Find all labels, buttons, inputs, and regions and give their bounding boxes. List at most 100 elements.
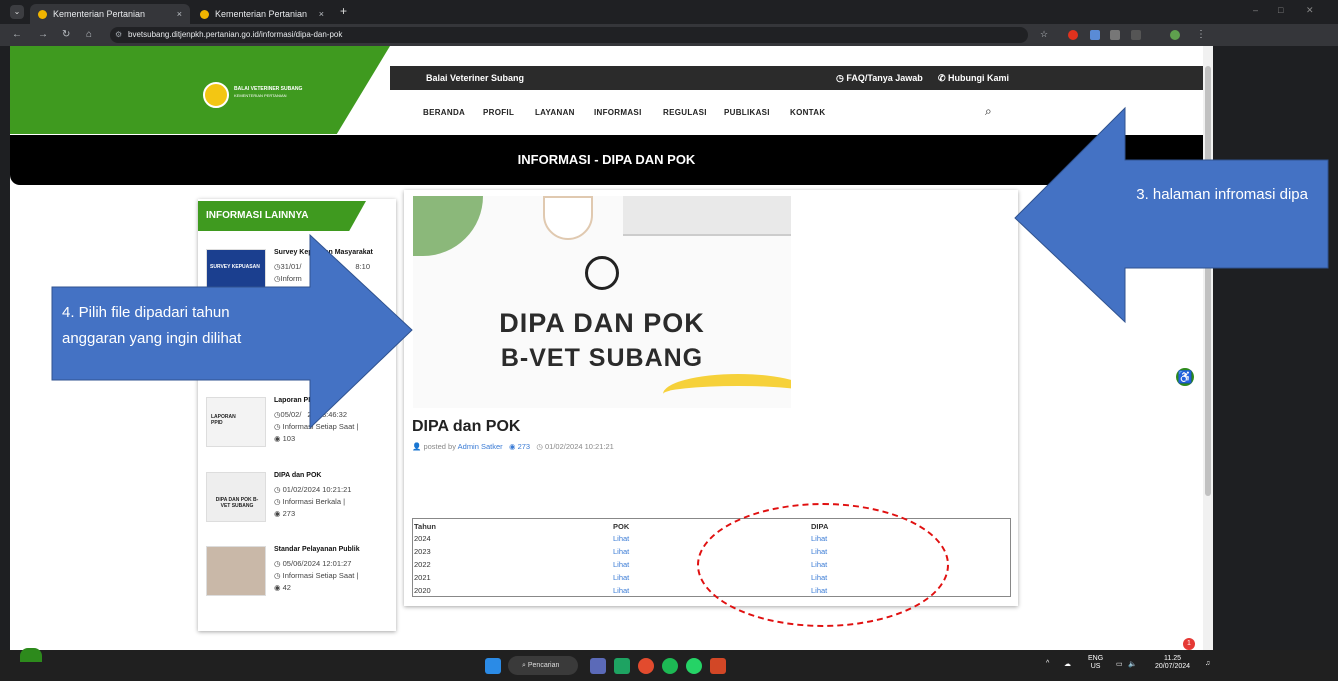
pok-link[interactable]: Lihat — [613, 534, 629, 543]
windows-start-icon[interactable] — [485, 658, 501, 674]
ministry-logo[interactable] — [203, 82, 229, 108]
url-field[interactable]: ⚙ bvetsubang.ditjenpkh.pertanian.go.id/i… — [110, 27, 1028, 43]
author-link[interactable]: Admin Satker — [458, 442, 503, 451]
chrome-app-icon[interactable] — [638, 658, 654, 674]
windows-taskbar: ⌕ Pencarian 1 ^ ☁ ENG US ▭ 🔈 11.25 20/07/2… — [0, 638, 1338, 681]
extension-icon[interactable] — [1090, 30, 1100, 40]
cloud-icon[interactable]: ☁ — [1064, 660, 1071, 668]
post-thumbnail[interactable]: SURVEY KEPUASAN — [206, 249, 266, 299]
accessibility-icon[interactable]: ♿ — [1174, 366, 1196, 388]
profile-avatar[interactable] — [1170, 30, 1180, 40]
faq-link[interactable]: ◷ FAQ/Tanya Jawab — [836, 73, 923, 84]
home-icon[interactable]: ⌂ — [86, 29, 92, 40]
post-category: ◷ Informasi Setiap Saat | — [274, 422, 359, 431]
contact-link[interactable]: ✆ Hubungi Kami — [938, 73, 1009, 84]
post-title[interactable]: Standar Pelayanan Publik — [274, 546, 360, 553]
whatsapp-app-icon[interactable] — [686, 658, 702, 674]
view-count: 273 — [517, 442, 531, 451]
post-thumbnail[interactable]: LAPORAN PPID — [206, 397, 266, 447]
post-category: ◷ Informasi Berkala | — [274, 497, 346, 506]
task-view-icon[interactable] — [590, 658, 606, 674]
search-icon[interactable]: ⌕ — [985, 104, 992, 119]
clock[interactable]: 11.25 20/07/2024 — [1155, 655, 1190, 671]
post-thumbnail[interactable]: DIPA DAN POK B-VET SUBANG — [206, 472, 266, 522]
post-title[interactable]: DIPA dan POK — [274, 472, 321, 479]
extension-icon[interactable] — [1110, 30, 1120, 40]
wifi-icon[interactable]: ▭ — [1116, 660, 1123, 668]
close-window-button[interactable]: ✕ — [1306, 5, 1314, 16]
post-views: ◉ 103 — [274, 434, 296, 443]
page-title: INFORMASI - DIPA DAN POK — [10, 135, 1203, 185]
list-item[interactable]: LAPORAN PPID Laporan PP ◷05/02/24 13:46:… — [206, 397, 391, 467]
extensions-puzzle-icon[interactable] — [1131, 30, 1141, 40]
page-scrollbar[interactable] — [1203, 46, 1213, 650]
powerpoint-app-icon[interactable] — [710, 658, 726, 674]
phone-icon: ✆ — [938, 73, 949, 83]
clock-icon: ◷ — [274, 497, 281, 506]
post-date: ◷31/01/8:10 — [274, 262, 371, 271]
logo-subtitle: KEMENTERIAN PERTANIAN — [234, 93, 287, 98]
nav-publikasi[interactable]: PUBLIKASI — [724, 108, 770, 117]
header-year: Tahun — [414, 522, 436, 531]
pok-link[interactable]: Lihat — [613, 573, 629, 582]
back-arrow-icon[interactable]: ← — [12, 29, 22, 40]
post-title[interactable]: Laporan PP — [274, 397, 313, 404]
clock-icon: ◷ — [274, 422, 281, 431]
sidebar-other-info: INFORMASI LAINNYA SURVEY KEPUASAN Survey… — [198, 199, 396, 631]
site-name: Balai Veteriner Subang — [426, 73, 525, 83]
tab-close-icon[interactable]: × — [177, 9, 182, 19]
nav-profil[interactable]: PROFIL — [483, 108, 514, 117]
chevron-up-icon[interactable]: ^ — [1046, 660, 1049, 667]
tab-kementerian-2[interactable]: Kementerian Pertanian × — [192, 4, 332, 24]
eye-icon: ◉ — [508, 442, 518, 451]
list-item[interactable]: Standar Pelayanan Publik ◷ 05/06/2024 12… — [206, 546, 391, 616]
browser-menu-icon[interactable]: ⋮ — [1196, 29, 1206, 40]
spotify-app-icon[interactable] — [662, 658, 678, 674]
maximize-button[interactable]: □ — [1278, 5, 1283, 15]
language-indicator[interactable]: ENG US — [1088, 655, 1103, 671]
reload-icon[interactable]: ↻ — [62, 29, 70, 40]
eye-icon: ◉ — [274, 434, 281, 443]
site-info-icon[interactable]: ⚙ — [115, 27, 122, 43]
new-tab-button[interactable]: + — [340, 4, 347, 18]
bookmark-star-icon[interactable]: ☆ — [1040, 29, 1048, 40]
tab-title: Kementerian Pertanian — [215, 9, 308, 19]
pok-link[interactable]: Lihat — [613, 547, 629, 556]
step4-annotation: 4. Pilih file dipadari tahun anggaran ya… — [62, 304, 242, 347]
pok-link[interactable]: Lihat — [613, 586, 629, 595]
forward-arrow-icon[interactable]: → — [38, 29, 48, 40]
article-banner: DIPA DAN POK B-VET SUBANG — [413, 196, 791, 408]
top-strip: Balai Veteriner Subang ◷ FAQ/Tanya Jawab… — [390, 66, 1203, 90]
nav-beranda[interactable]: BERANDA — [423, 108, 465, 117]
sidebar-heading: INFORMASI LAINNYA — [198, 201, 366, 231]
post-date: ◷ 01/02/2024 10:21:21 — [274, 485, 352, 494]
drive-app-icon[interactable] — [614, 658, 630, 674]
browser-address-bar: ← → ↻ ⌂ ⚙ bvetsubang.ditjenpkh.pertanian… — [0, 24, 1338, 46]
adblock-extension-icon[interactable] — [1068, 30, 1078, 40]
nav-regulasi[interactable]: REGULASI — [663, 108, 707, 117]
tab-close-icon[interactable]: × — [319, 9, 324, 19]
post-date: ◷05/02/24 13:46:32 — [274, 410, 348, 419]
taskbar-search[interactable]: ⌕ Pencarian — [508, 656, 578, 675]
post-thumbnail[interactable] — [206, 546, 266, 596]
notification-bell-icon[interactable]: ♫ — [1205, 660, 1210, 667]
minimize-button[interactable]: – — [1253, 5, 1258, 15]
pok-link[interactable]: Lihat — [613, 560, 629, 569]
post-title[interactable]: Survey Kepuasan Masyarakat — [274, 249, 373, 256]
post-category: ◷ Informasi Setiap Saat | — [274, 571, 359, 580]
scrollbar-thumb[interactable] — [1205, 66, 1211, 496]
nav-layanan[interactable]: LAYANAN — [535, 108, 575, 117]
chat-widget-icon[interactable] — [20, 648, 42, 662]
row-year: 2023 — [414, 547, 431, 556]
plant-decoration — [413, 196, 483, 256]
banner-line-2: B-VET SUBANG — [500, 344, 704, 372]
tab-search-button[interactable]: ⌄ — [10, 5, 24, 19]
eye-icon: ◉ — [274, 509, 281, 518]
volume-icon[interactable]: 🔈 — [1128, 660, 1137, 668]
row-year: 2022 — [414, 560, 431, 569]
nav-kontak[interactable]: KONTAK — [790, 108, 825, 117]
list-item[interactable]: DIPA DAN POK B-VET SUBANG DIPA dan POK ◷… — [206, 472, 391, 542]
tab-kementerian-1[interactable]: Kementerian Pertanian × — [30, 4, 190, 24]
article-title: DIPA dan POK — [412, 418, 521, 435]
nav-informasi[interactable]: INFORMASI — [594, 108, 642, 117]
